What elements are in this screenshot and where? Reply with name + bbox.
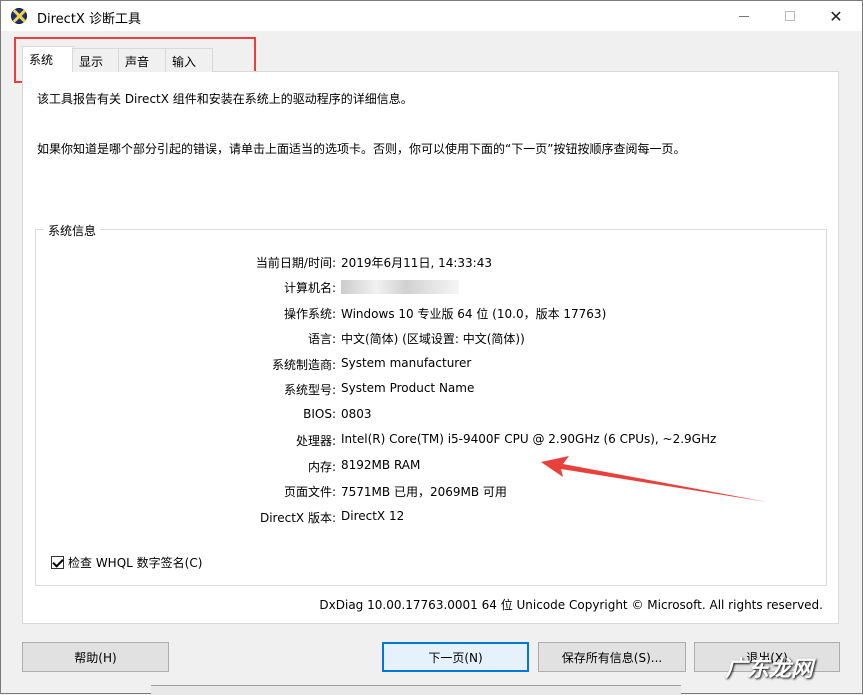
minimize-icon	[739, 15, 749, 17]
info-value-redacted	[341, 279, 459, 294]
info-row-language: 语言: 中文(简体) (区域设置: 中文(简体))	[36, 330, 826, 348]
window-title: DirectX 诊断工具	[37, 12, 141, 27]
info-row-processor: 处理器: Intel(R) Core(TM) i5-9400F CPU @ 2.…	[36, 432, 826, 450]
info-value: Intel(R) Core(TM) i5-9400F CPU @ 2.90GHz…	[341, 432, 717, 446]
whql-checkbox-row[interactable]: 检查 WHQL 数字签名(C)	[51, 554, 202, 571]
tab-input[interactable]: 输入	[165, 48, 213, 72]
info-row-bios: BIOS: 0803	[36, 407, 826, 425]
info-value: 7571MB 已用，2069MB 可用	[341, 485, 507, 499]
info-label: 内存:	[307, 460, 336, 474]
info-label: 语言:	[307, 332, 336, 346]
info-row-model: 系统型号: System Product Name	[36, 381, 826, 399]
info-value: 0803	[341, 407, 372, 421]
maximize-button[interactable]	[767, 1, 813, 31]
info-value: 中文(简体) (区域设置: 中文(简体))	[341, 332, 525, 346]
save-all-info-button[interactable]: 保存所有信息(S)...	[538, 642, 686, 672]
whql-label[interactable]: 检查 WHQL 数字签名(C)	[68, 554, 202, 571]
directx-diag-window: DirectX 诊断工具 ✕ 该工具报告有关 DirectX 组件和安装在系统上…	[0, 0, 863, 695]
info-label: 操作系统:	[283, 307, 336, 321]
info-value: DirectX 12	[341, 509, 405, 523]
info-label: BIOS:	[303, 407, 336, 421]
info-label: 页面文件:	[283, 485, 336, 499]
info-label: 系统制造商:	[271, 358, 336, 372]
tab-display[interactable]: 显示	[72, 48, 120, 72]
directx-icon	[11, 8, 27, 24]
minimize-button[interactable]	[721, 1, 767, 31]
info-row-computer-name: 计算机名:	[36, 279, 826, 297]
system-info-group: 系统信息 当前日期/时间: 2019年6月11日, 14:33:43 计算机名:…	[35, 222, 827, 586]
watermark-text: 广东龙网	[725, 657, 814, 682]
maximize-icon	[785, 11, 795, 21]
info-label: 计算机名:	[283, 281, 336, 295]
info-label: DirectX 版本:	[259, 511, 336, 525]
info-label: 处理器:	[295, 434, 336, 448]
close-button[interactable]: ✕	[813, 1, 859, 31]
info-value: System Product Name	[341, 381, 475, 395]
info-label: 当前日期/时间:	[255, 256, 336, 270]
info-row-directx-version: DirectX 版本: DirectX 12	[36, 509, 826, 527]
next-page-button[interactable]: 下一页(N)	[382, 642, 529, 672]
tab-system[interactable]: 系统	[22, 46, 74, 72]
help-button[interactable]: 帮助(H)	[22, 642, 169, 672]
title-bar[interactable]: DirectX 诊断工具 ✕	[1, 1, 862, 31]
system-tab-panel: 该工具报告有关 DirectX 组件和安装在系统上的驱动程序的详细信息。 如果你…	[22, 71, 839, 624]
version-copyright: DxDiag 10.00.17763.0001 64 位 Unicode Cop…	[319, 598, 823, 612]
info-row-os: 操作系统: Windows 10 专业版 64 位 (10.0，版本 17763…	[36, 305, 826, 323]
redacted-block	[341, 279, 459, 294]
info-row-pagefile: 页面文件: 7571MB 已用，2069MB 可用	[36, 483, 826, 501]
info-row-manufacturer: 系统制造商: System manufacturer	[36, 356, 826, 374]
tab-sound[interactable]: 声音	[118, 48, 166, 72]
info-value: 8192MB RAM	[341, 458, 421, 472]
whql-checkbox[interactable]	[51, 556, 64, 569]
system-info-title: 系统信息	[44, 222, 101, 239]
info-row-datetime: 当前日期/时间: 2019年6月11日, 14:33:43	[36, 254, 826, 272]
info-value: Windows 10 专业版 64 位 (10.0，版本 17763)	[341, 307, 607, 321]
info-value: 2019年6月11日, 14:33:43	[341, 256, 492, 270]
close-icon: ✕	[829, 6, 843, 26]
intro-text-1: 该工具报告有关 DirectX 组件和安装在系统上的驱动程序的详细信息。	[37, 92, 413, 106]
info-label: 系统型号:	[283, 383, 336, 397]
info-value: System manufacturer	[341, 356, 472, 370]
info-row-memory: 内存: 8192MB RAM	[36, 458, 826, 476]
intro-text-2: 如果你知道是哪个部分引起的错误，请单击上面适当的选项卡。否则，你可以使用下面的“…	[37, 142, 686, 156]
